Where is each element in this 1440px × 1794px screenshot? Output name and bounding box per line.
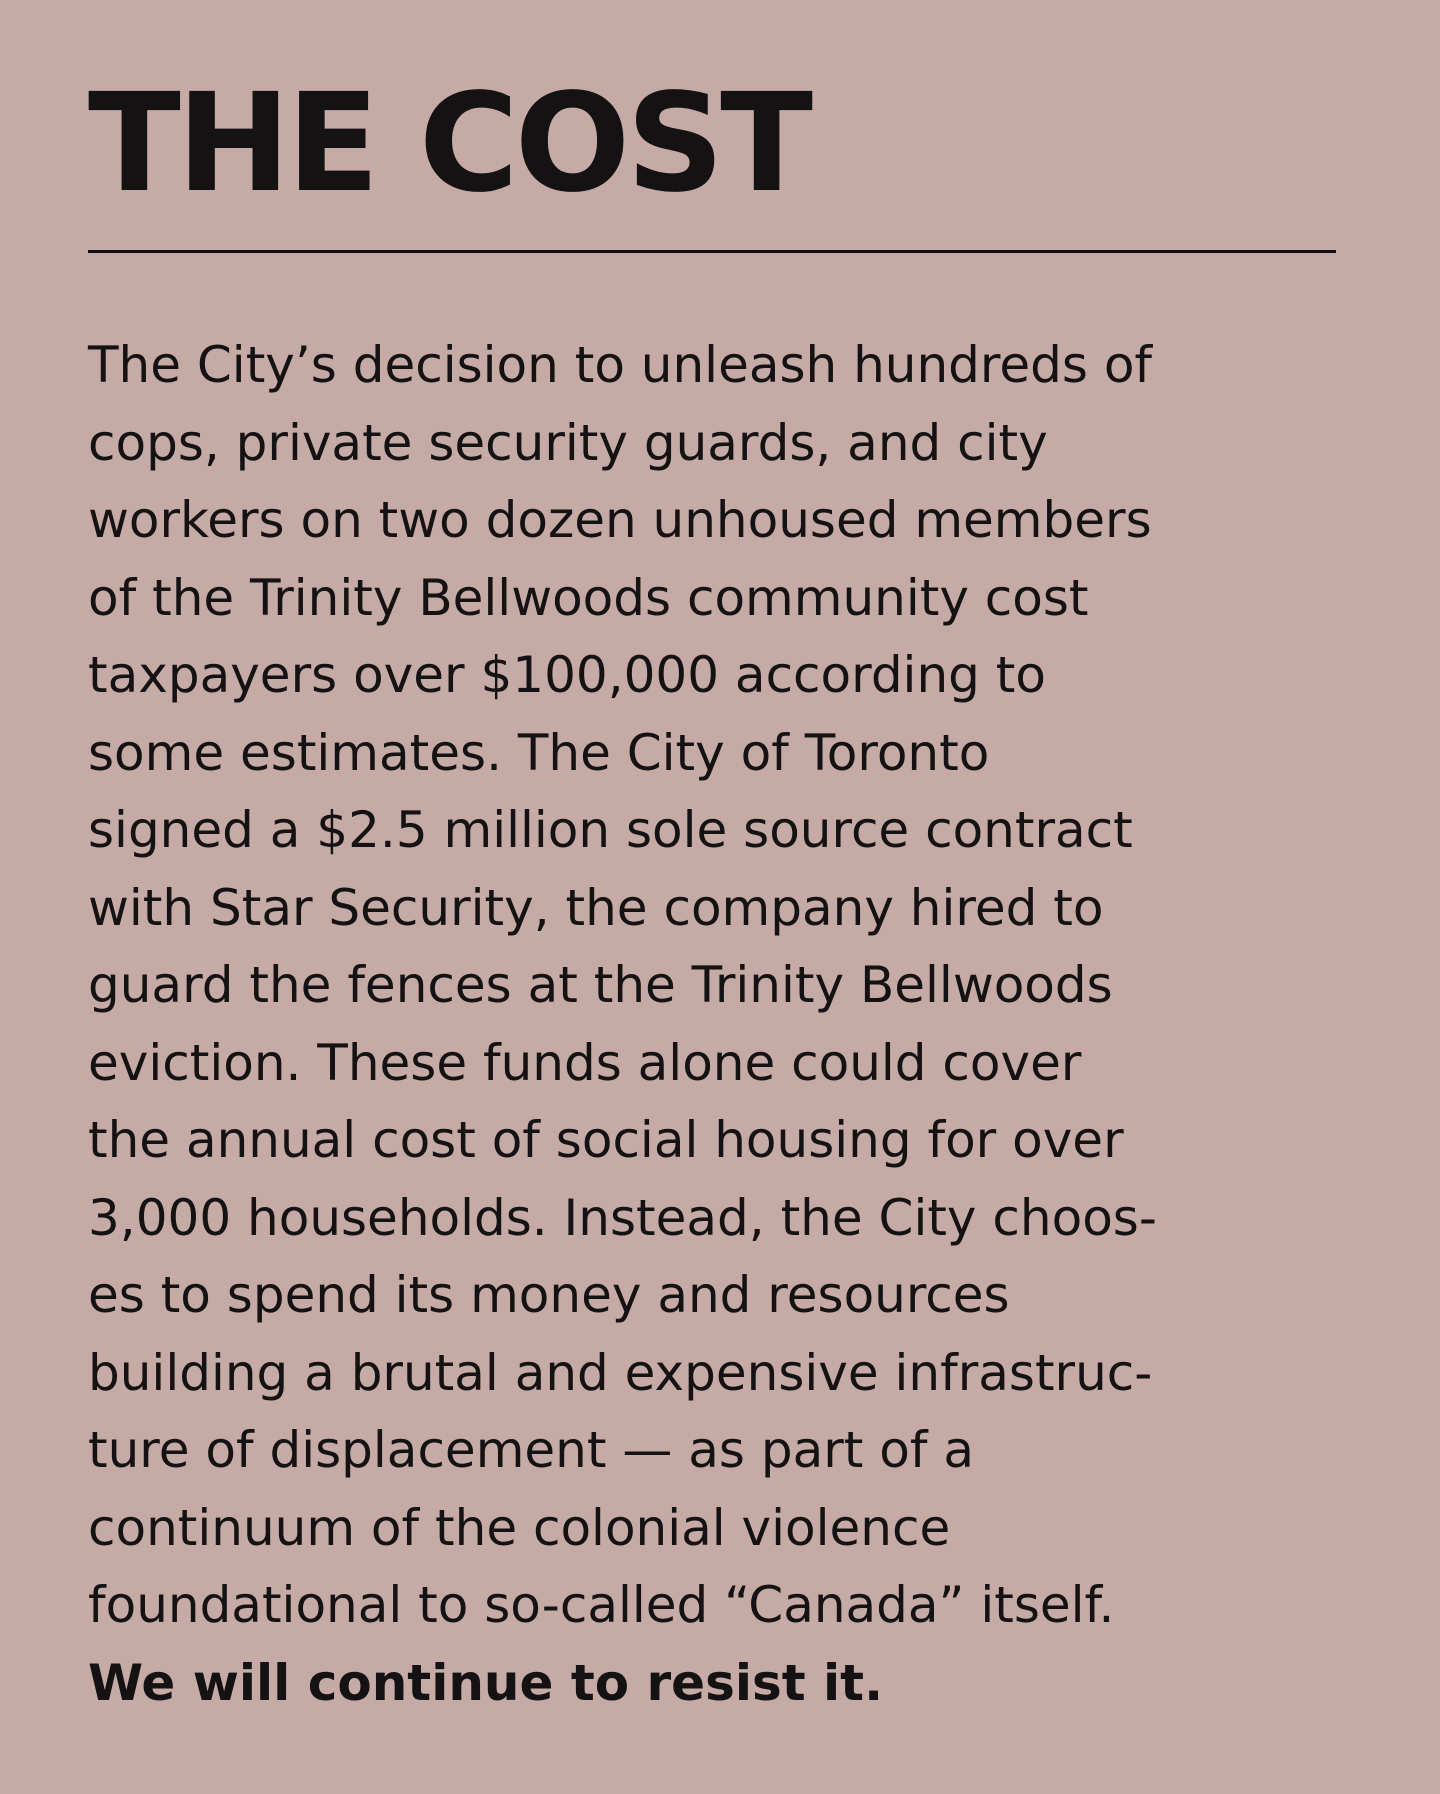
body-line: the annual cost of social housing for ov… <box>88 1111 1124 1169</box>
body-line: continuum of the colonial violence <box>88 1498 951 1557</box>
body-line: The City’s decision to unleash hundreds … <box>88 336 1153 394</box>
body-line: cops, private security guards, and city <box>88 413 1048 472</box>
body-line: guard the fences at the Trinity Bellwood… <box>88 956 1113 1014</box>
body-line: taxpayers over $100,000 according to <box>88 646 1046 704</box>
body-line: ture of displacement — as part of a <box>88 1421 974 1479</box>
body-line: eviction. These funds alone could cover <box>88 1033 1082 1092</box>
body-line: with Star Security, the company hired to <box>88 878 1104 937</box>
body-line: of the Trinity Bellwoods community cost <box>88 568 1089 627</box>
closing-statement: We will continue to resist it. <box>88 1653 884 1712</box>
body-line: signed a $2.5 million sole source contra… <box>88 801 1133 859</box>
title-divider <box>88 250 1336 253</box>
body-line: some estimates. The City of Toronto <box>88 723 990 782</box>
body-line: foundational to so-called “Canada” itsel… <box>88 1576 1115 1634</box>
cost-panel: THE COST The City’s decision to unleash … <box>0 0 1440 1794</box>
page-title: THE COST <box>88 65 813 223</box>
body-line: 3,000 households. Instead, the City choo… <box>88 1188 1157 1247</box>
body-line: building a brutal and expensive infrastr… <box>88 1343 1153 1402</box>
body-line: es to spend its money and resources <box>88 1266 1010 1324</box>
body-text: The City’s decision to unleash hundreds … <box>88 327 1378 1722</box>
body-line: workers on two dozen unhoused members <box>88 491 1152 549</box>
